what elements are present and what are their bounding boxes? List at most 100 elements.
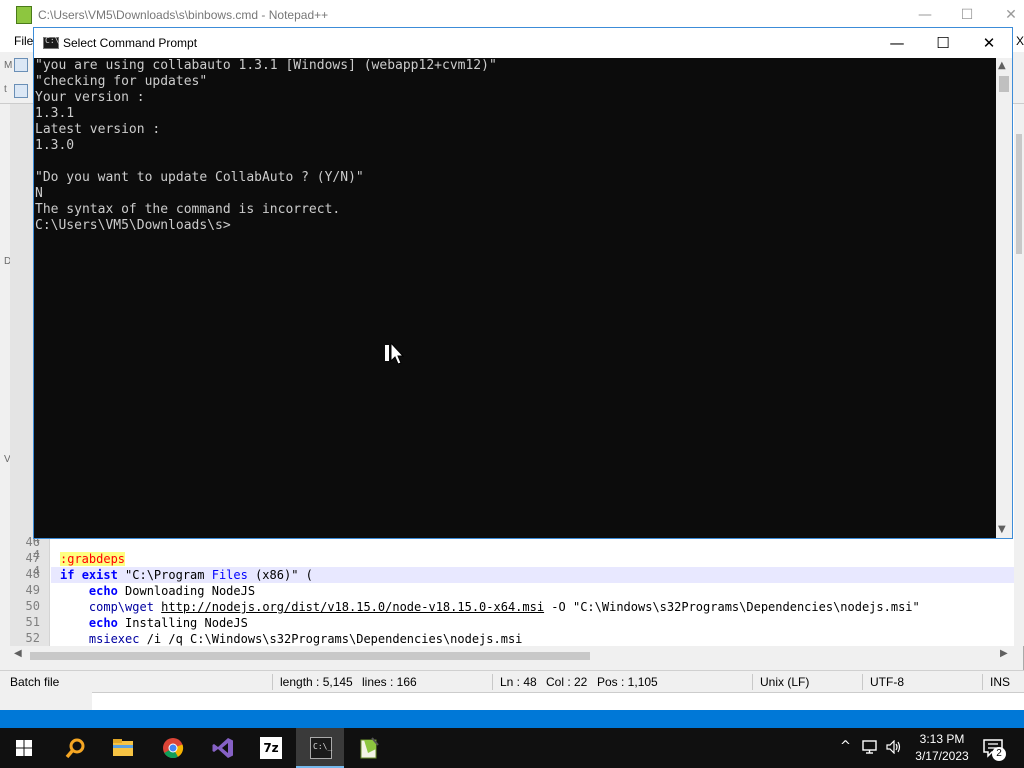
code-line[interactable]: :grabdeps — [60, 551, 126, 567]
7zip-label: 7z — [263, 741, 279, 755]
console-line: N — [35, 186, 43, 201]
status-lines: lines : 166 — [362, 675, 417, 689]
save-icon[interactable] — [14, 84, 28, 98]
code-token: echo — [88, 616, 118, 630]
network-icon[interactable] — [862, 740, 878, 754]
code-token: Installing NodeJS — [117, 616, 248, 630]
code-line[interactable]: comp\wget http://nodejs.org/dist/v18.15.… — [60, 599, 920, 615]
code-token: Files — [211, 568, 248, 582]
visual-studio-icon — [212, 738, 233, 758]
console-line: The syntax of the command is incorrect. — [35, 202, 341, 217]
status-divider — [492, 674, 493, 690]
taskbar-search[interactable] — [50, 728, 98, 768]
taskbar-file-explorer[interactable] — [98, 728, 146, 768]
status-column: Col : 22 — [546, 675, 588, 689]
notepadpp-icon — [360, 737, 379, 759]
status-divider — [982, 674, 983, 690]
code-line[interactable]: echo Downloading NodeJS — [60, 583, 255, 599]
console-line: "checking for updates" — [35, 74, 208, 89]
notepadpp-title: C:\Users\VM5\Downloads\s\binbows.cmd - N… — [38, 8, 329, 22]
code-token: -O "C:\Windows\s32Programs\Dependencies\… — [544, 600, 920, 614]
command-prompt-titlebar[interactable]: C:\ Select Command Prompt — ☐ ✕ — [34, 28, 1012, 58]
close-icon[interactable]: ✕ — [966, 28, 1012, 58]
volume-icon[interactable] — [886, 740, 902, 754]
command-prompt-app-icon: C:\ — [43, 36, 59, 49]
status-position: Pos : 1,105 — [597, 675, 658, 689]
line-number: 51 — [25, 615, 40, 629]
status-bar: Batch file length : 5,145 lines : 166 Ln… — [0, 670, 1024, 692]
line-number: 48 — [25, 567, 40, 581]
command-prompt-icon: C:\_ — [310, 737, 332, 759]
status-line: Ln : 48 — [500, 675, 537, 689]
notepadpp-titlebar: C:\Users\VM5\Downloads\s\binbows.cmd - N… — [0, 0, 1024, 30]
status-insert-mode: INS — [990, 675, 1011, 689]
console-line: 1.3.1 — [35, 106, 75, 121]
code-token: exist — [81, 568, 118, 582]
console-output[interactable]: "you are using collabauto 1.3.1 [Windows… — [34, 58, 996, 538]
minimize-icon[interactable]: — — [910, 4, 940, 26]
taskbar-chrome[interactable] — [148, 728, 196, 768]
minimize-icon[interactable]: — — [874, 28, 920, 58]
code-line[interactable]: echo Installing NodeJS — [60, 615, 248, 631]
code-token: "C:\Program — [117, 568, 212, 582]
taskbar-visual-studio[interactable] — [198, 728, 246, 768]
scroll-up-icon[interactable]: ▲ — [998, 60, 1006, 71]
taskbar-notepadpp[interactable] — [344, 728, 392, 768]
code-line[interactable]: if exist "C:\Program Files (x86)" ( — [60, 567, 313, 583]
editor-vertical-scrollbar[interactable] — [1014, 104, 1024, 646]
command-prompt-title: Select Command Prompt — [63, 36, 198, 50]
scroll-left-icon[interactable]: ◀ — [14, 648, 22, 659]
maximize-icon[interactable]: ☐ — [920, 28, 966, 58]
console-line: 1.3.0 — [35, 138, 75, 153]
status-divider — [272, 674, 273, 690]
scrollbar-thumb[interactable] — [999, 76, 1009, 92]
command-prompt-window[interactable]: C:\ Select Command Prompt — ☐ ✕ "you are… — [33, 27, 1013, 539]
code-token: /i /q C:\Windows\s32Programs\Dependencie… — [139, 632, 523, 646]
show-hidden-icons-icon[interactable]: ^ — [840, 739, 851, 754]
taskbar-7zip[interactable]: 7z — [246, 728, 294, 768]
clock-time[interactable]: 3:13 PM — [917, 732, 967, 746]
scroll-right-icon[interactable]: ▶ — [1000, 648, 1008, 659]
menu-file[interactable]: File — [14, 34, 33, 48]
notepadpp-left-edge: M t D V — [0, 60, 12, 664]
console-line: C:\Users\VM5\Downloads\s> — [35, 218, 231, 233]
taskbar-command-prompt[interactable]: C:\_ — [296, 728, 344, 768]
line-number: 50 — [25, 599, 40, 613]
status-length: length : 5,145 — [280, 675, 353, 689]
taskbar: 7z C:\_ ^ 3:13 PM 3/17/2023 2 — [0, 728, 1024, 768]
search-icon — [65, 738, 85, 759]
code-token: echo — [88, 584, 118, 598]
start-button[interactable] — [0, 728, 48, 768]
file-explorer-icon — [113, 739, 133, 756]
scrollbar-thumb[interactable] — [30, 652, 590, 660]
scrollbar-thumb[interactable] — [1016, 134, 1022, 254]
status-divider — [862, 674, 863, 690]
code-token: comp\wget — [88, 600, 154, 614]
windows-logo-icon — [16, 740, 32, 756]
scroll-down-icon[interactable]: ▼ — [998, 524, 1006, 535]
code-line[interactable]: msiexec /i /q C:\Windows\s32Programs\Dep… — [60, 631, 522, 647]
maximize-icon[interactable]: ☐ — [952, 4, 982, 26]
editor-horizontal-scrollbar[interactable]: ◀ ▶ — [10, 648, 1014, 664]
new-file-icon[interactable] — [14, 58, 28, 72]
edge-mark: t — [4, 84, 7, 95]
status-divider — [752, 674, 753, 690]
status-encoding: UTF-8 — [870, 675, 904, 689]
chrome-icon — [163, 738, 184, 759]
menu-close-doc[interactable]: X — [1016, 34, 1024, 48]
console-line: Latest version : — [35, 122, 161, 137]
code-token: http://nodejs.org/dist/v18.15.0/node-v18… — [161, 600, 545, 614]
console-vertical-scrollbar[interactable]: ▲ ▼ — [996, 58, 1012, 538]
console-line: "you are using collabauto 1.3.1 [Windows… — [35, 58, 497, 73]
console-line: "Do you want to update CollabAuto ? (Y/N… — [35, 170, 364, 185]
edge-mark: M — [4, 60, 13, 71]
clock-date[interactable]: 3/17/2023 — [910, 749, 974, 763]
line-number: 49 — [25, 583, 40, 597]
7zip-icon: 7z — [260, 737, 282, 759]
close-icon[interactable]: ✕ — [996, 4, 1024, 26]
code-token: Downloading NodeJS — [117, 584, 256, 598]
